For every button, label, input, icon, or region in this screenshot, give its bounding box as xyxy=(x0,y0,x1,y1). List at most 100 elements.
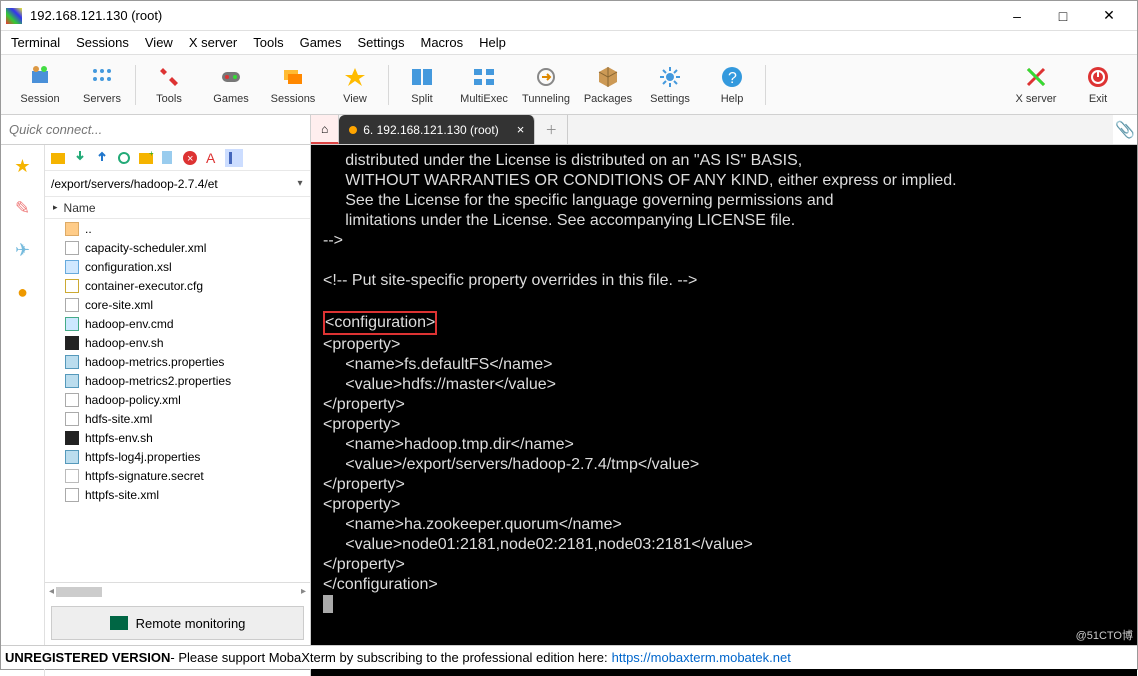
file-name: .. xyxy=(85,222,92,236)
tab-new[interactable]: ＋ xyxy=(535,115,568,144)
file-item[interactable]: hadoop-metrics2.properties xyxy=(45,371,310,390)
file-item[interactable]: container-executor.cfg xyxy=(45,276,310,295)
tab-terminal-active[interactable]: 6. 192.168.121.130 (root) × xyxy=(339,115,535,144)
tool-games[interactable]: Games xyxy=(200,65,262,105)
file-item[interactable]: hadoop-env.sh xyxy=(45,333,310,352)
file-name: capacity-scheduler.xml xyxy=(85,241,206,255)
file-name: httpfs-signature.secret xyxy=(85,469,204,483)
file-name: hadoop-env.sh xyxy=(85,336,164,350)
file-item[interactable]: hadoop-policy.xml xyxy=(45,390,310,409)
text-icon[interactable]: A xyxy=(203,149,221,167)
terminal-line: </property> xyxy=(311,395,1137,415)
terminal-line: <value>/export/servers/hadoop-2.7.4/tmp<… xyxy=(311,455,1137,475)
tab-home[interactable]: ⌂ xyxy=(311,115,339,144)
file-item[interactable]: .. xyxy=(45,219,310,238)
folder-up-icon[interactable] xyxy=(49,149,67,167)
tool-x-server[interactable]: X server xyxy=(1005,65,1067,105)
terminal-line: WITHOUT WARRANTIES OR CONDITIONS OF ANY … xyxy=(311,171,1137,191)
menu-games[interactable]: Games xyxy=(300,35,342,50)
vtab-globe-icon[interactable]: ● xyxy=(8,277,38,307)
tool-sessions[interactable]: Sessions xyxy=(262,65,324,105)
menu-view[interactable]: View xyxy=(145,35,173,50)
file-prop-icon xyxy=(65,355,79,369)
upload-icon[interactable] xyxy=(93,149,111,167)
file-item[interactable]: httpfs-signature.secret xyxy=(45,466,310,485)
games-icon xyxy=(219,65,243,89)
settings-icon xyxy=(658,65,682,89)
tab-close-icon[interactable]: × xyxy=(517,122,525,137)
tool-view[interactable]: View xyxy=(324,65,386,105)
new-file-icon[interactable] xyxy=(159,149,177,167)
terminal-line: <configuration> xyxy=(311,311,1137,335)
close-button[interactable]: ✕ xyxy=(1086,1,1132,31)
multiexec-icon xyxy=(472,65,496,89)
delete-icon[interactable]: × xyxy=(181,149,199,167)
h-scrollbar[interactable]: ◂▸ xyxy=(45,582,310,600)
menu-macros[interactable]: Macros xyxy=(420,35,463,50)
file-item[interactable]: hdfs-site.xml xyxy=(45,409,310,428)
maximize-button[interactable]: □ xyxy=(1040,1,1086,31)
menu-settings[interactable]: Settings xyxy=(358,35,405,50)
file-item[interactable]: hadoop-env.cmd xyxy=(45,314,310,333)
terminal-line: limitations under the License. See accom… xyxy=(311,211,1137,231)
tool-tools[interactable]: Tools xyxy=(138,65,200,105)
new-folder-icon[interactable]: + xyxy=(137,149,155,167)
file-xml-icon xyxy=(65,488,79,502)
tool-help[interactable]: ?Help xyxy=(701,65,763,105)
file-item[interactable]: hadoop-metrics.properties xyxy=(45,352,310,371)
window-title: 192.168.121.130 (root) xyxy=(30,8,994,23)
menu-sessions[interactable]: Sessions xyxy=(76,35,129,50)
file-item[interactable]: configuration.xsl xyxy=(45,257,310,276)
file-name: httpfs-site.xml xyxy=(85,488,159,502)
remote-monitoring-button[interactable]: Remote monitoring xyxy=(51,606,304,640)
vtab-send-icon[interactable]: ✈ xyxy=(8,235,38,265)
file-item[interactable]: capacity-scheduler.xml xyxy=(45,238,310,257)
path-input[interactable] xyxy=(45,177,290,191)
terminal-output[interactable]: distributed under the License is distrib… xyxy=(311,145,1137,676)
file-list-header[interactable]: ▸ Name xyxy=(45,197,310,219)
titlebar: 192.168.121.130 (root) – □ ✕ xyxy=(1,1,1137,31)
file-item[interactable]: core-site.xml xyxy=(45,295,310,314)
tool-session[interactable]: Session xyxy=(9,65,71,105)
menu-help[interactable]: Help xyxy=(479,35,506,50)
quick-connect-input[interactable] xyxy=(1,115,311,144)
remote-monitoring-label: Remote monitoring xyxy=(136,616,246,631)
refresh-icon[interactable] xyxy=(115,149,133,167)
minimize-button[interactable]: – xyxy=(994,1,1040,31)
tool-packages[interactable]: Packages xyxy=(577,65,639,105)
tool-multiexec[interactable]: MultiExec xyxy=(453,65,515,105)
status-link[interactable]: https://mobaxterm.mobatek.net xyxy=(612,650,791,665)
vtab-paint-icon[interactable]: ✎ xyxy=(8,193,38,223)
terminal-line: <value>hdfs://master</value> xyxy=(311,375,1137,395)
view-toggle-icon[interactable] xyxy=(225,149,243,167)
file-cmd-icon xyxy=(65,317,79,331)
menu-x-server[interactable]: X server xyxy=(189,35,237,50)
file-xml-icon xyxy=(65,393,79,407)
file-item[interactable]: httpfs-site.xml xyxy=(45,485,310,504)
paperclip-icon[interactable]: 📎 xyxy=(1113,115,1137,144)
path-bar: ▾ xyxy=(45,171,310,197)
servers-icon xyxy=(90,65,114,89)
tools-icon xyxy=(157,65,181,89)
svg-text:?: ? xyxy=(728,70,737,87)
file-xml-icon xyxy=(65,298,79,312)
file-item[interactable]: httpfs-env.sh xyxy=(45,428,310,447)
tool-exit[interactable]: Exit xyxy=(1067,65,1129,105)
vtab-star-icon[interactable]: ★ xyxy=(8,151,38,181)
tool-split[interactable]: Split xyxy=(391,65,453,105)
file-list: ▸ Name .. capacity-scheduler.xml configura… xyxy=(45,197,310,582)
tool-servers[interactable]: Servers xyxy=(71,65,133,105)
menu-terminal[interactable]: Terminal xyxy=(11,35,60,50)
file-item[interactable]: httpfs-log4j.properties xyxy=(45,447,310,466)
split-icon xyxy=(410,65,434,89)
exit-icon xyxy=(1086,65,1110,89)
file-sec-icon xyxy=(65,469,79,483)
tool-settings[interactable]: Settings xyxy=(639,65,701,105)
file-sh-icon xyxy=(65,431,79,445)
download-icon[interactable] xyxy=(71,149,89,167)
terminal-line: <name>hadoop.tmp.dir</name> xyxy=(311,435,1137,455)
menu-tools[interactable]: Tools xyxy=(253,35,283,50)
toolbar: SessionServersToolsGamesSessionsViewSpli… xyxy=(1,55,1137,115)
path-dropdown-icon[interactable]: ▾ xyxy=(290,178,310,189)
tool-tunneling[interactable]: Tunneling xyxy=(515,65,577,105)
